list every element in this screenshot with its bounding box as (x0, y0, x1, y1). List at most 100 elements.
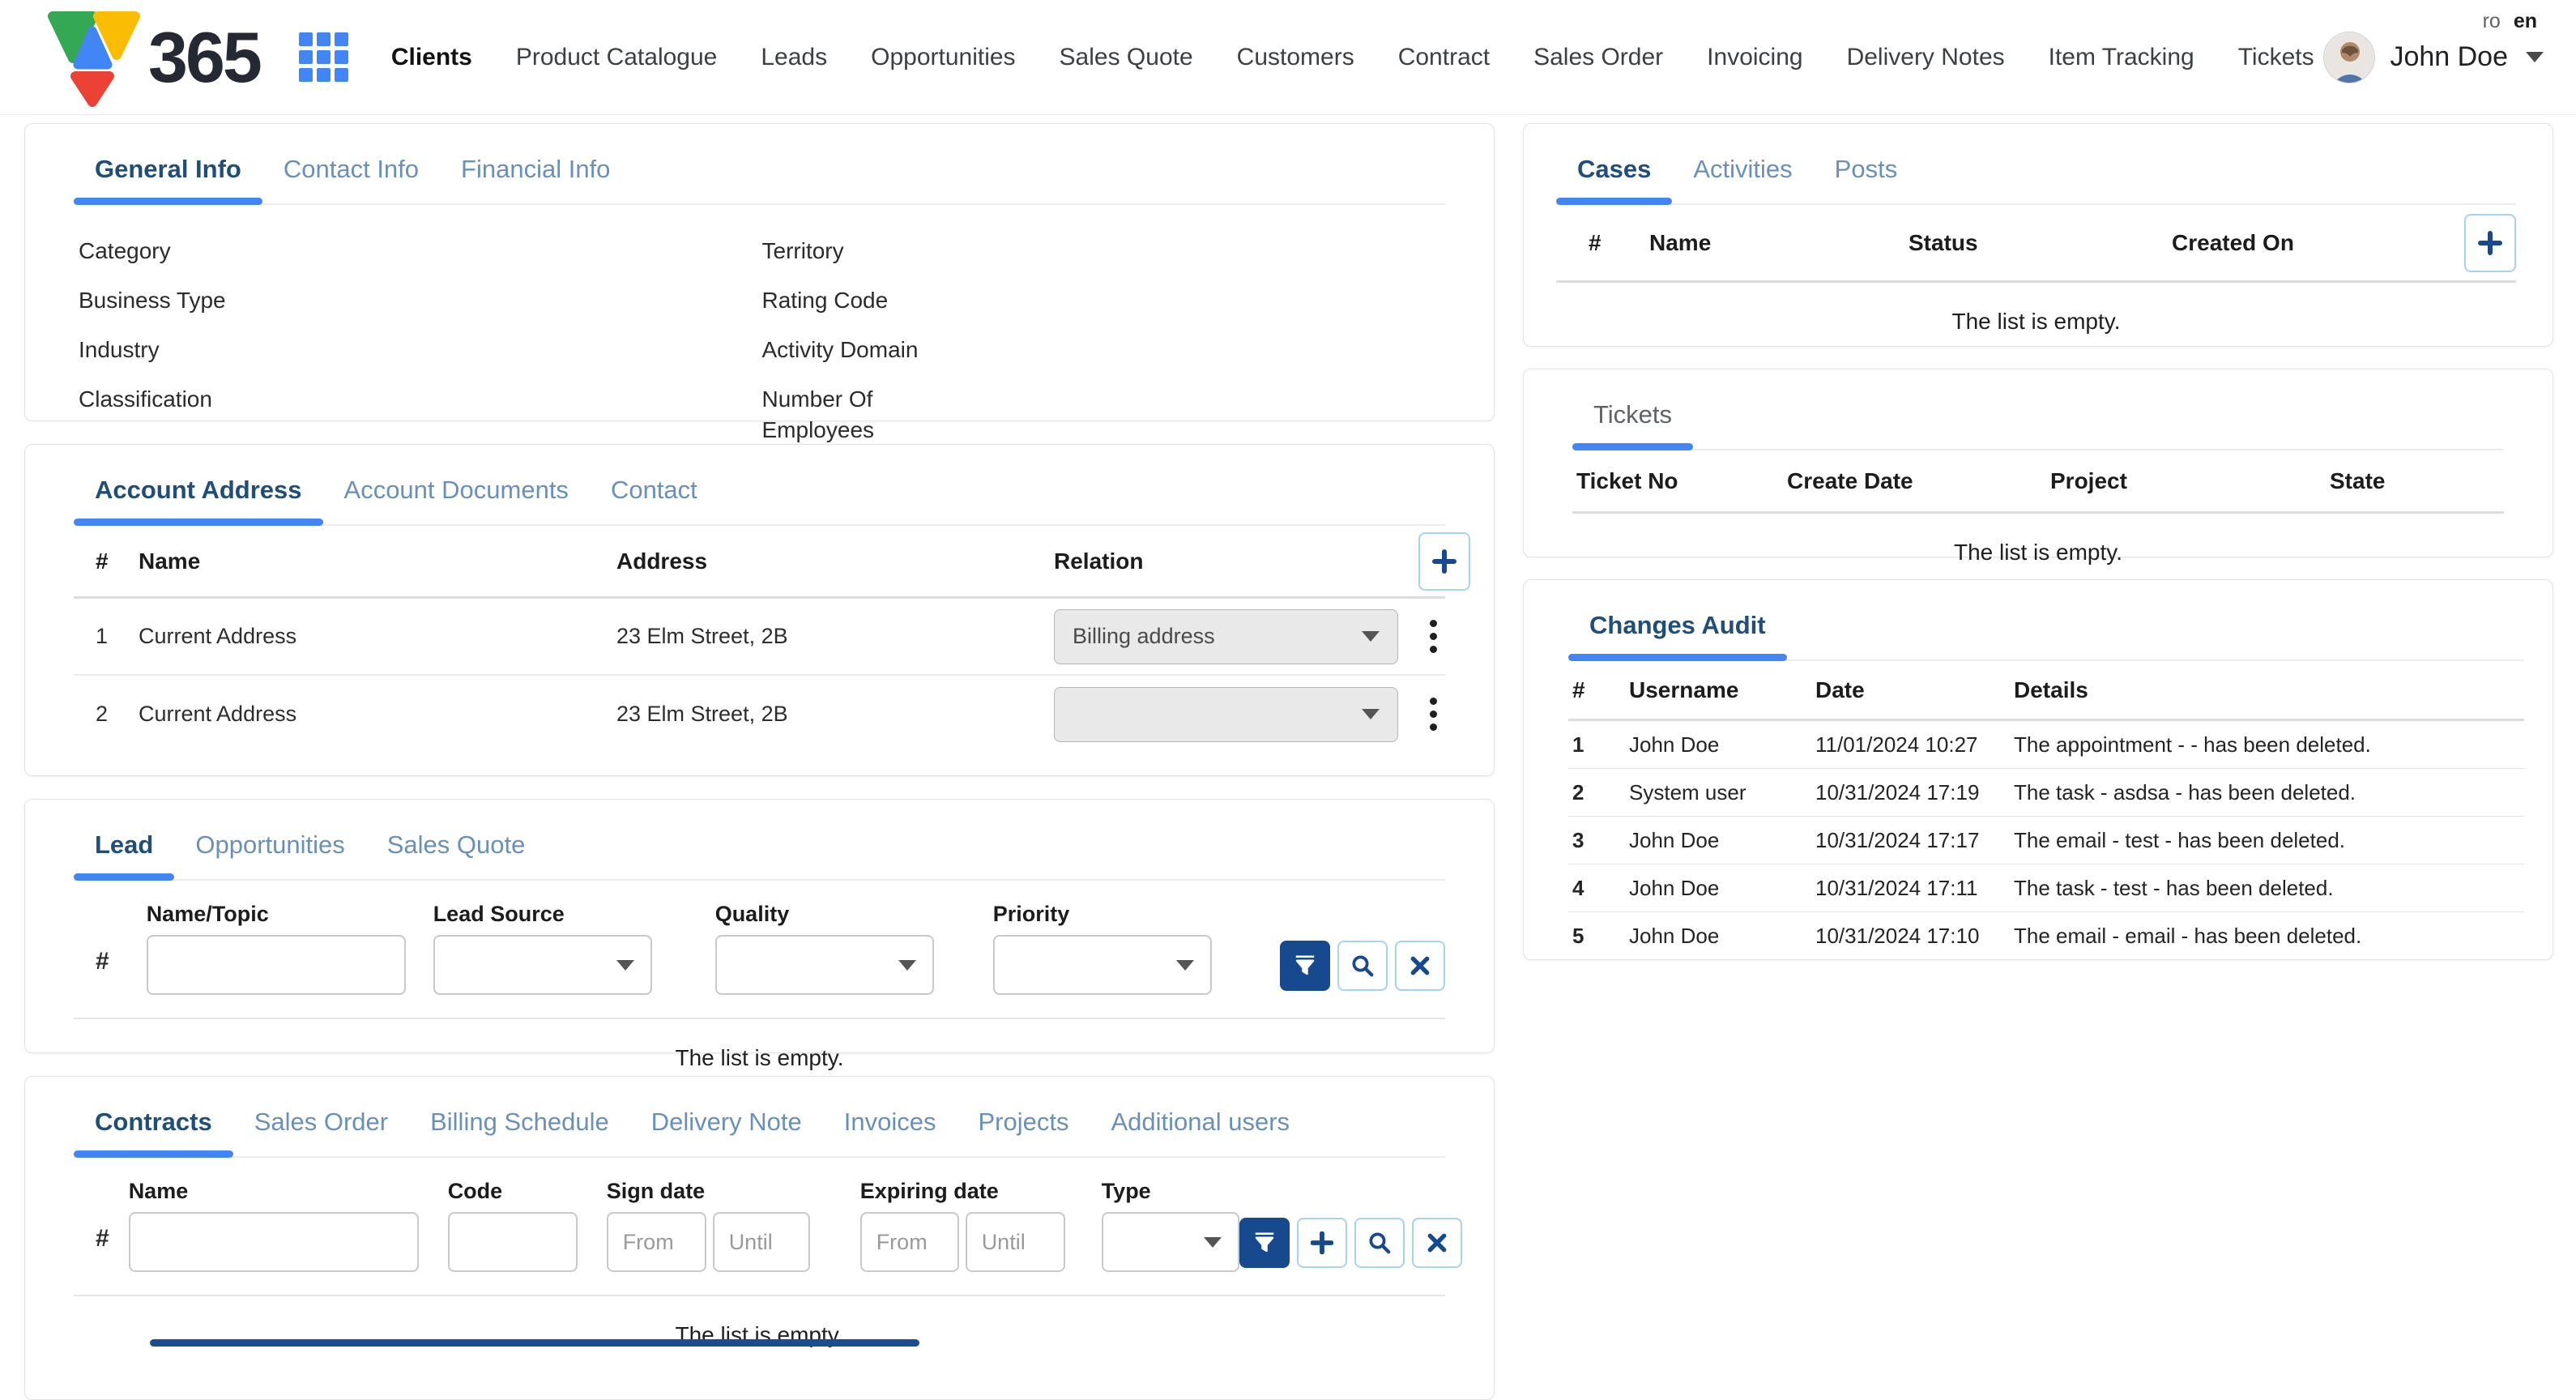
filter-label-quality: Quality (715, 902, 934, 927)
nav-sales-order[interactable]: Sales Order (1533, 44, 1663, 71)
row-date: 11/01/2024 10:27 (1815, 732, 2014, 758)
main-nav: Clients Product Catalogue Leads Opportun… (391, 44, 2314, 71)
row-name: Current Address (139, 624, 616, 649)
tab-delivery-note[interactable]: Delivery Note (630, 1096, 823, 1156)
nav-invoicing[interactable]: Invoicing (1707, 44, 1802, 71)
row-date: 10/31/2024 17:19 (1815, 780, 2014, 805)
nav-clients[interactable]: Clients (391, 44, 472, 71)
cases-tabs: Cases Activities Posts (1556, 124, 2516, 205)
tab-additional-users[interactable]: Additional users (1090, 1096, 1311, 1156)
quality-select[interactable] (715, 935, 934, 995)
col-date: Date (1815, 677, 2014, 703)
tab-cases[interactable]: Cases (1556, 143, 1672, 203)
account-address-card: Account Address Account Documents Contac… (24, 444, 1495, 776)
tab-contact-info[interactable]: Contact Info (262, 143, 440, 203)
add-case-button[interactable] (2464, 214, 2516, 272)
priority-select[interactable] (993, 935, 1212, 995)
tab-activities[interactable]: Activities (1672, 143, 1813, 203)
tab-contact[interactable]: Contact (590, 464, 719, 524)
tab-posts[interactable]: Posts (1814, 143, 1919, 203)
relation-select[interactable]: Billing address (1054, 609, 1398, 664)
row-details: The task - test - has been deleted. (2014, 876, 2524, 901)
lang-ro[interactable]: ro (2483, 10, 2501, 33)
tab-account-documents[interactable]: Account Documents (323, 464, 590, 524)
tab-projects[interactable]: Projects (957, 1096, 1090, 1156)
col-hash: # (96, 1225, 109, 1253)
row-num: 2 (74, 702, 139, 727)
tab-sales-quote[interactable]: Sales Quote (366, 819, 547, 879)
sign-date-from-input[interactable] (607, 1212, 706, 1272)
apps-grid-icon[interactable] (299, 32, 349, 83)
contract-type-select[interactable] (1102, 1212, 1239, 1272)
lang-en[interactable]: en (2514, 10, 2537, 33)
nav-product-catalogue[interactable]: Product Catalogue (516, 44, 718, 71)
nav-customers[interactable]: Customers (1237, 44, 1354, 71)
row-menu-kebab-icon[interactable] (1422, 689, 1445, 739)
row-date: 10/31/2024 17:11 (1815, 876, 2014, 901)
filter-label-type: Type (1102, 1179, 1239, 1204)
field-label-rating-code: Rating Code (762, 275, 1446, 325)
lead-source-select[interactable] (433, 935, 652, 995)
search-button[interactable] (1354, 1218, 1405, 1268)
col-ticket-no: Ticket No (1576, 468, 1787, 494)
avatar (2323, 32, 2375, 83)
clear-filter-button[interactable] (1395, 941, 1445, 991)
contracts-tabs: Contracts Sales Order Billing Schedule D… (74, 1077, 1445, 1158)
chevron-down-icon (2526, 52, 2544, 62)
tab-account-address[interactable]: Account Address (74, 464, 323, 524)
relation-value: Billing address (1073, 624, 1215, 649)
contract-name-input[interactable] (129, 1212, 419, 1272)
nav-contract[interactable]: Contract (1398, 44, 1490, 71)
nav-opportunities[interactable]: Opportunities (871, 44, 1015, 71)
add-contract-button[interactable] (1297, 1218, 1347, 1268)
tab-tickets[interactable]: Tickets (1572, 389, 1693, 449)
row-num: 1 (1572, 732, 1629, 758)
filter-button[interactable] (1280, 941, 1330, 991)
row-address: 23 Elm Street, 2B (616, 702, 1054, 727)
col-hash: # (1572, 677, 1629, 703)
col-hash: # (74, 548, 139, 574)
tab-general-info[interactable]: General Info (74, 143, 262, 203)
contract-code-input[interactable] (448, 1212, 578, 1272)
tab-invoices[interactable]: Invoices (823, 1096, 957, 1156)
tab-contracts[interactable]: Contracts (74, 1096, 233, 1156)
row-num: 1 (74, 624, 139, 649)
field-label-territory: Territory (762, 226, 1446, 275)
language-switcher: ro en (2483, 10, 2537, 33)
user-menu[interactable]: John Doe (2323, 32, 2544, 83)
tab-sales-order[interactable]: Sales Order (233, 1096, 409, 1156)
nav-leads[interactable]: Leads (761, 44, 827, 71)
nav-sales-quote[interactable]: Sales Quote (1060, 44, 1193, 71)
row-num: 2 (1572, 780, 1629, 805)
expiring-date-from-input[interactable] (860, 1212, 959, 1272)
clear-filter-button[interactable] (1412, 1218, 1462, 1268)
horizontal-scrollbar[interactable] (150, 1339, 919, 1347)
app-logo-icon (45, 8, 140, 107)
expiring-date-until-input[interactable] (966, 1212, 1065, 1272)
tab-billing-schedule[interactable]: Billing Schedule (409, 1096, 630, 1156)
tab-financial-info[interactable]: Financial Info (440, 143, 631, 203)
nav-item-tracking[interactable]: Item Tracking (2049, 44, 2194, 71)
name-topic-input[interactable] (147, 935, 406, 995)
contracts-filter-row: # Name Code Sign date Expiring date (74, 1158, 1445, 1295)
nav-delivery-notes[interactable]: Delivery Notes (1847, 44, 2005, 71)
col-relation: Relation (1054, 548, 1418, 574)
chevron-down-icon (1362, 709, 1380, 719)
row-username: John Doe (1629, 732, 1815, 758)
tab-lead[interactable]: Lead (74, 819, 174, 879)
nav-tickets[interactable]: Tickets (2238, 44, 2314, 71)
relation-select[interactable] (1054, 687, 1398, 742)
cases-card: Cases Activities Posts # Name Status Cre… (1523, 123, 2553, 347)
field-label-category: Category (79, 226, 762, 275)
filter-button[interactable] (1239, 1218, 1290, 1268)
chevron-down-icon (898, 960, 916, 971)
chevron-down-icon (1176, 960, 1194, 971)
tab-opportunities[interactable]: Opportunities (174, 819, 365, 879)
sign-date-until-input[interactable] (713, 1212, 810, 1272)
contracts-card: Contracts Sales Order Billing Schedule D… (24, 1076, 1495, 1400)
search-button[interactable] (1337, 941, 1388, 991)
row-menu-kebab-icon[interactable] (1422, 612, 1445, 661)
add-address-button[interactable] (1418, 532, 1470, 591)
tickets-tabs: Tickets (1572, 369, 2504, 450)
tab-changes-audit[interactable]: Changes Audit (1568, 600, 1787, 659)
